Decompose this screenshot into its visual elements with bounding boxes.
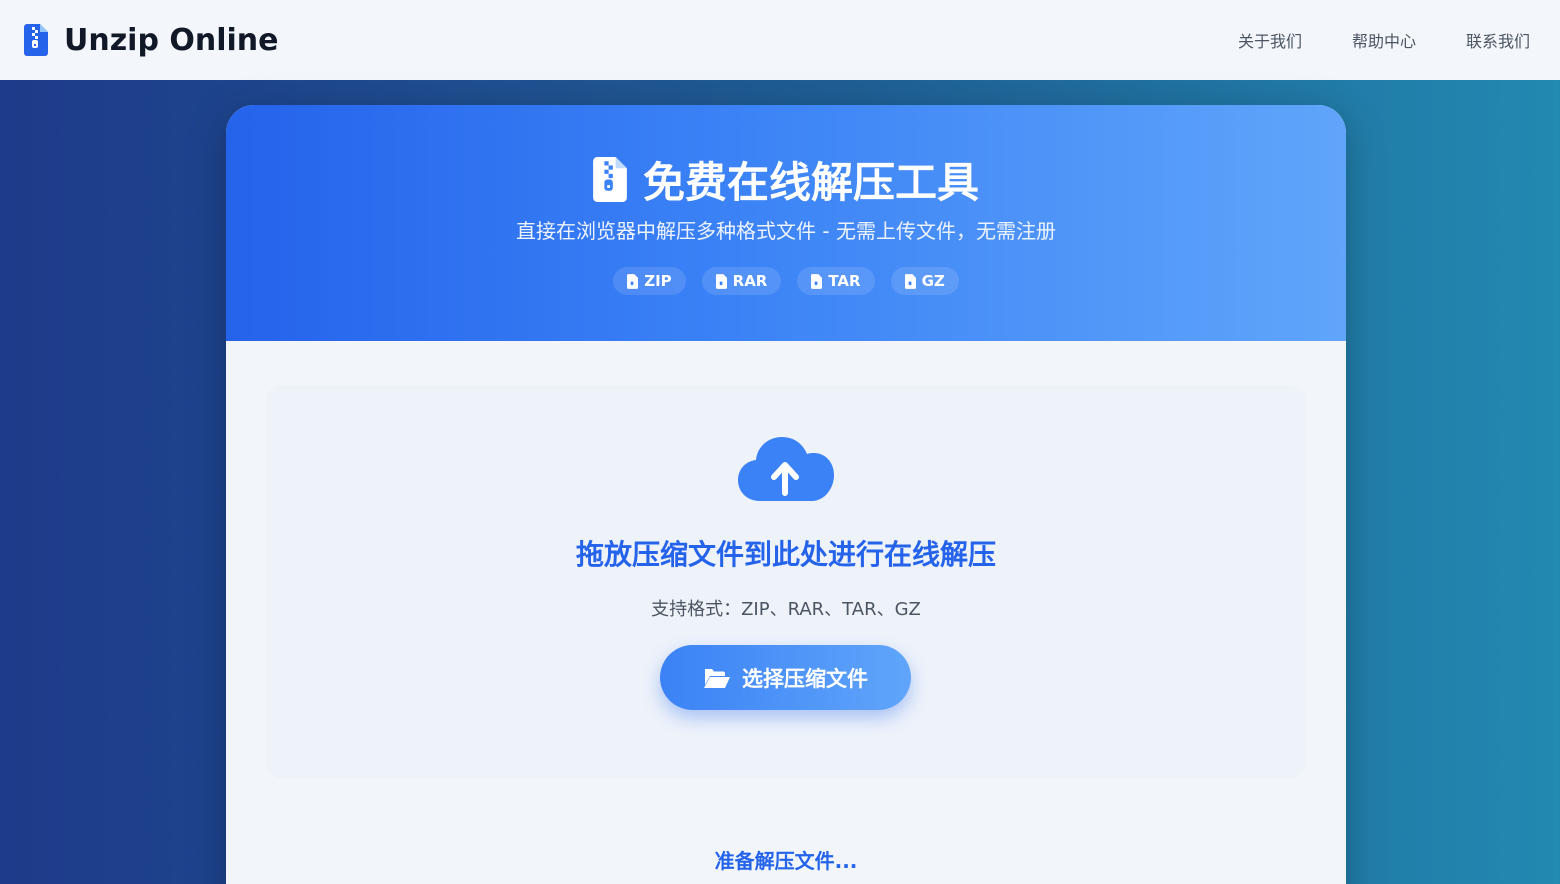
nav-link-about[interactable]: 关于我们 — [1238, 28, 1302, 52]
nav-links: 关于我们 帮助中心 联系我们 — [1238, 28, 1536, 52]
format-chip-zip: ZIP — [613, 267, 686, 295]
nav-link-help[interactable]: 帮助中心 — [1352, 28, 1416, 52]
format-chip-gz: GZ — [890, 267, 959, 295]
select-file-button[interactable]: 选择压缩文件 — [660, 645, 911, 710]
file-zip-icon — [715, 273, 727, 289]
hero-subtitle: 直接在浏览器中解压多种格式文件 - 无需上传文件，无需注册 — [516, 219, 1056, 243]
drop-zone[interactable]: 拖放压缩文件到此处进行在线解压 支持格式：ZIP、RAR、TAR、GZ 选择压缩… — [266, 385, 1306, 779]
main-card: 免费在线解压工具 直接在浏览器中解压多种格式文件 - 无需上传文件，无需注册 Z… — [226, 105, 1346, 884]
file-zip-icon — [904, 273, 916, 289]
format-label: GZ — [921, 272, 945, 290]
format-label: ZIP — [644, 272, 672, 290]
drop-zone-title: 拖放压缩文件到此处进行在线解压 — [575, 538, 996, 571]
format-chip-rar: RAR — [701, 267, 782, 295]
format-list: ZIP RAR TAR GZ — [226, 267, 1346, 295]
format-label: TAR — [828, 272, 861, 290]
navbar: Unzip Online 关于我们 帮助中心 联系我们 — [0, 0, 1560, 80]
brand-title: Unzip Online — [64, 22, 279, 58]
cloud-upload-icon — [738, 437, 834, 501]
select-file-label: 选择压缩文件 — [742, 666, 868, 691]
status-text: 准备解压文件... — [714, 849, 858, 873]
file-zip-icon — [811, 273, 823, 289]
nav-link-contact[interactable]: 联系我们 — [1466, 28, 1530, 52]
format-label: RAR — [732, 272, 768, 290]
drop-zone-formats: 支持格式：ZIP、RAR、TAR、GZ — [651, 599, 921, 620]
file-zip-icon — [627, 273, 639, 289]
zip-file-icon — [593, 157, 627, 202]
hero-title: 免费在线解压工具 — [226, 149, 1346, 210]
hero-title-text: 免费在线解压工具 — [642, 158, 979, 207]
brand[interactable]: Unzip Online — [24, 23, 279, 58]
format-chip-tar: TAR — [797, 267, 875, 295]
zip-file-icon — [24, 24, 48, 56]
hero-banner: 免费在线解压工具 直接在浏览器中解压多种格式文件 - 无需上传文件，无需注册 Z… — [226, 105, 1346, 341]
cloud-wrapper — [266, 435, 1306, 503]
folder-open-icon — [704, 668, 730, 688]
